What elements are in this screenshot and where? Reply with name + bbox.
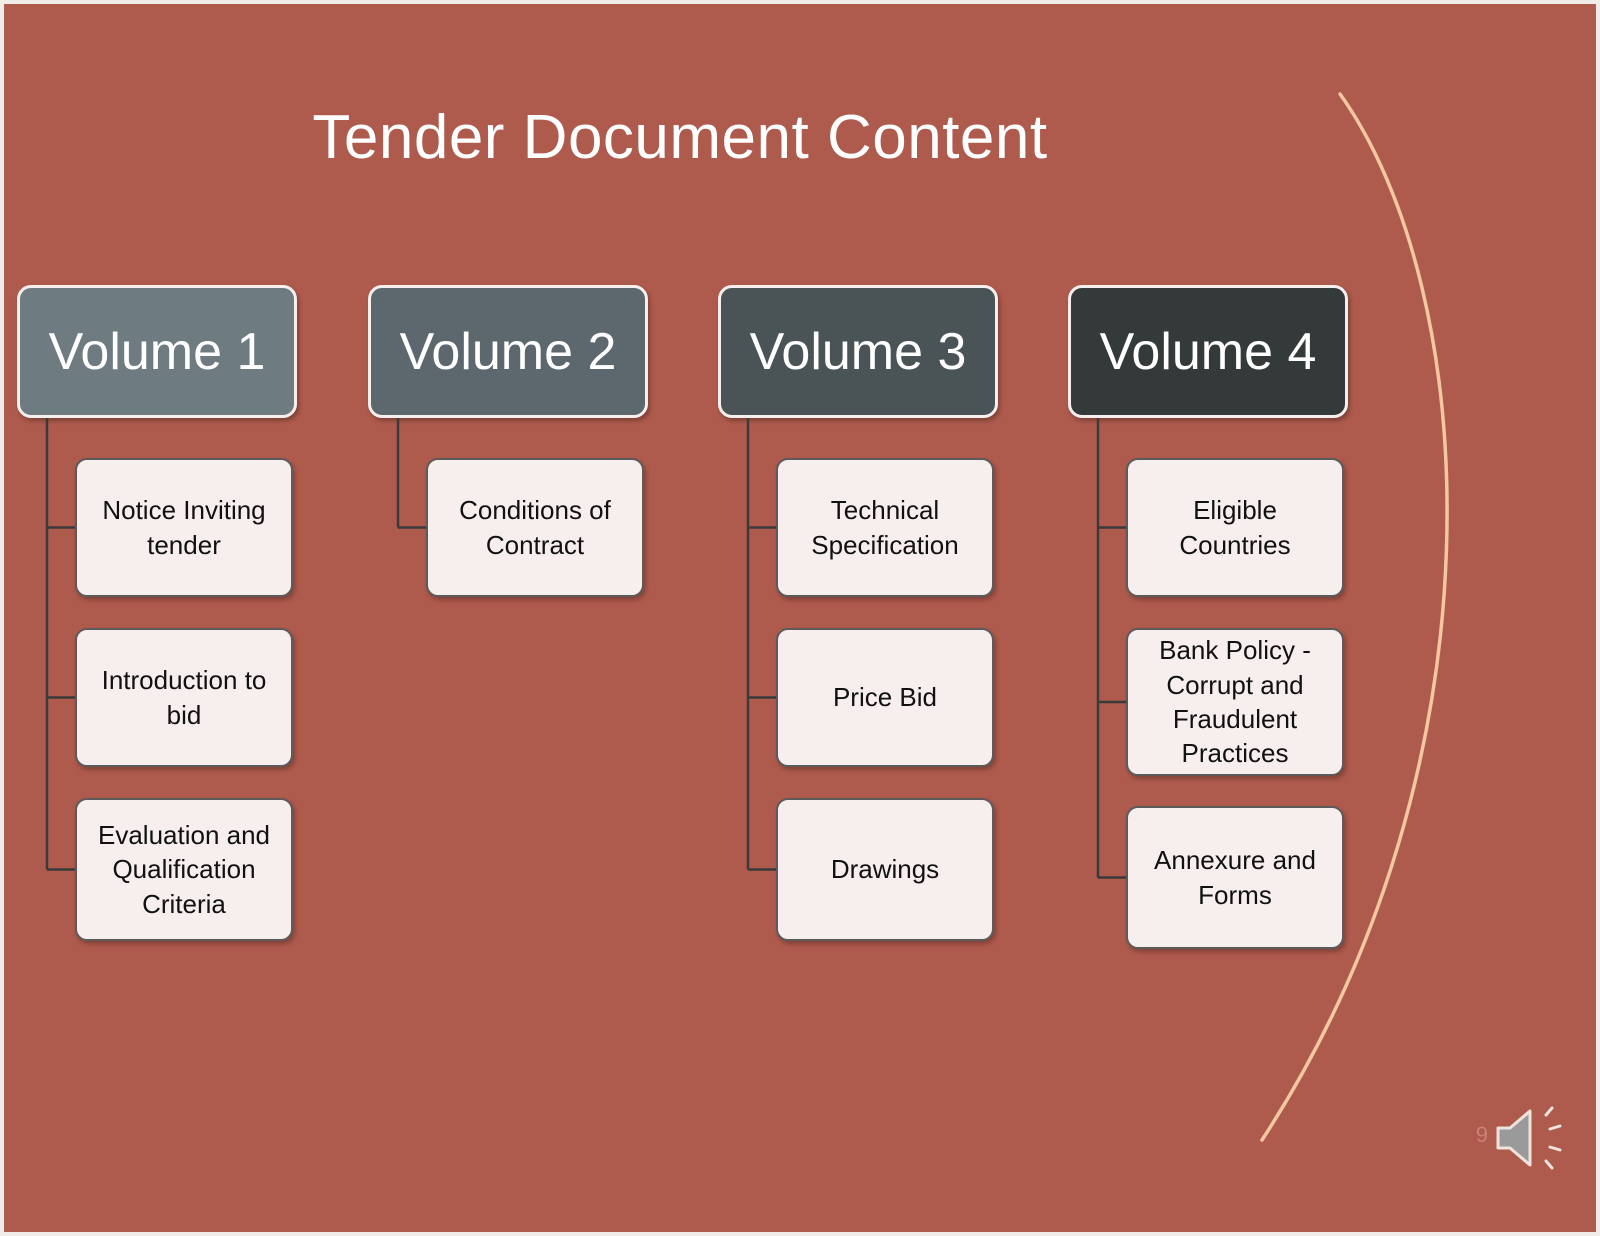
volume-item-box[interactable]: Price Bid [776, 628, 994, 767]
connector-lines [746, 418, 778, 871]
volume-column: Volume 2 Conditions of Contract [368, 285, 648, 597]
volume-item-box[interactable]: Evaluation and Qualification Criteria [75, 798, 293, 941]
volume-header-box[interactable]: Volume 3 [718, 285, 998, 418]
connector-lines [1096, 418, 1128, 879]
volume-item-box[interactable]: Bank Policy - Corrupt and Fraudulent Pra… [1126, 628, 1344, 776]
volume-header-box[interactable]: Volume 2 [368, 285, 648, 418]
volume-item-box[interactable]: Technical Specification [776, 458, 994, 597]
page-title: Tender Document Content [312, 103, 1048, 172]
page-number: 9 [1475, 1122, 1488, 1147]
volume-item-box[interactable]: Notice Inviting tender [75, 458, 293, 597]
connector-lines [45, 418, 77, 871]
speaker-audio-icon[interactable] [1490, 1102, 1572, 1174]
volume-item-box[interactable]: Conditions of Contract [426, 458, 644, 597]
volume-header-box[interactable]: Volume 4 [1068, 285, 1348, 418]
volume-item-box[interactable]: Eligible Countries [1126, 458, 1344, 597]
volume-header-box[interactable]: Volume 1 [17, 285, 297, 418]
volume-item-box[interactable]: Annexure and Forms [1126, 806, 1344, 949]
decorative-arc-icon [1260, 92, 1449, 1142]
connector-lines [396, 418, 428, 529]
volume-column: Volume 1 Notice Inviting tender Introducti… [17, 285, 297, 941]
volume-column: Volume 3 Technical Specification Price Bid… [718, 285, 998, 941]
volume-column: Volume 4 Eligible Countries Bank Policy - … [1068, 285, 1348, 949]
volume-item-box[interactable]: Drawings [776, 798, 994, 941]
volume-item-box[interactable]: Introduction to bid [75, 628, 293, 767]
slide-canvas: Tender Document Content Volume 1 Notice I… [0, 0, 1600, 1236]
